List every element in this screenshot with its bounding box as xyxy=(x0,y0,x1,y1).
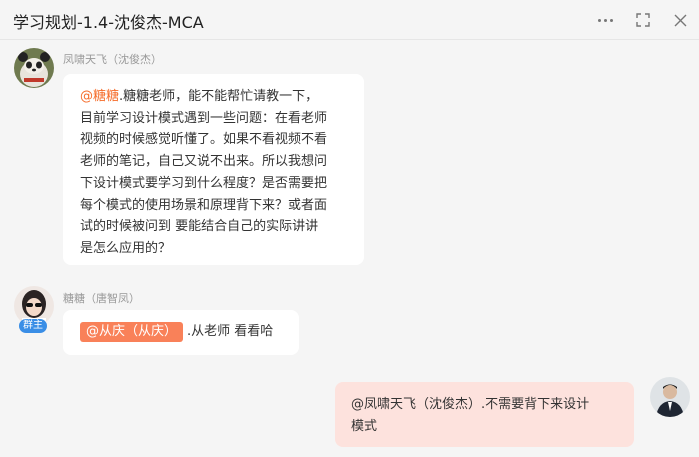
sender-name: 凤啸天飞（沈俊杰） xyxy=(63,53,162,66)
fullscreen-icon[interactable] xyxy=(632,9,654,31)
window-titlebar: 学习规划-1.4-沈俊杰-MCA xyxy=(0,0,699,40)
message-bubble-own: @凤啸天飞（沈俊杰）.不需要背下来设计 模式 xyxy=(335,382,634,447)
message-text: .从老师 看看哈 xyxy=(187,324,274,339)
close-icon[interactable] xyxy=(669,9,691,31)
message-line: 试的时候被问到 要能结合自己的实际讲讲 xyxy=(80,219,319,235)
message-line: 目前学习设计模式遇到一些问题：在看老师 xyxy=(80,110,328,126)
message-bubble: @糖糖.糖糖老师，能不能帮忙请教一下， 目前学习设计模式遇到一些问题：在看老师 … xyxy=(63,74,364,265)
message-line: 下设计模式要学习到什么程度？是否需要把 xyxy=(80,175,328,191)
message-line: 每个模式的使用场景和原理背下来？或者面 xyxy=(80,197,328,213)
avatar[interactable] xyxy=(14,48,54,88)
message-text: .糖糖老师，能不能帮忙请教一下， xyxy=(119,89,319,104)
message-line: 老师的笔记，自己又说不出来。所以我想问 xyxy=(80,154,328,170)
message-line: 视频的时候感觉听懂了。如果不看视频不看 xyxy=(80,132,328,148)
message-bubble: @从庆（从庆） .从老师 看看哈 xyxy=(63,310,299,355)
sender-name: 糖糖（唐智凤） xyxy=(63,292,140,305)
message-line: 模式 xyxy=(351,418,378,434)
owner-badge: 群主 xyxy=(19,319,47,333)
message-line: 是怎么应用的？ xyxy=(80,240,172,256)
mention-link[interactable]: @糖糖 xyxy=(80,89,119,104)
own-avatar[interactable] xyxy=(650,377,690,417)
mention-chip[interactable]: @从庆（从庆） xyxy=(80,322,184,342)
message-line: @糖糖.糖糖老师，能不能帮忙请教一下， xyxy=(80,86,364,108)
more-icon[interactable] xyxy=(594,9,616,31)
message-line: @凤啸天飞（沈俊杰）.不需要背下来设计 xyxy=(351,397,590,412)
window-title: 学习规划-1.4-沈俊杰-MCA xyxy=(13,13,204,32)
